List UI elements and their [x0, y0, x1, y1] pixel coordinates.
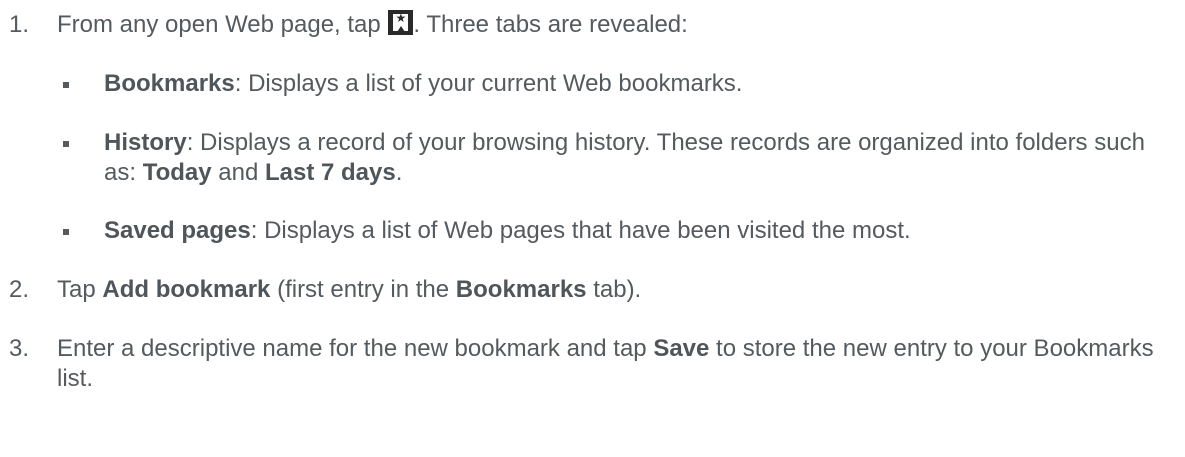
- bullet-text: Bookmarks: Displays a list of your curre…: [104, 70, 743, 97]
- bullet-marker: [63, 229, 69, 235]
- step-text: Enter a descriptive name for the new boo…: [57, 335, 1154, 392]
- step-number: 1.: [9, 11, 30, 38]
- bullet-marker: [63, 82, 69, 88]
- step-text: Tap Add bookmark (first entry in the Boo…: [57, 276, 642, 303]
- bookmark-star-icon: ★: [388, 10, 414, 35]
- bullet-marker: [63, 141, 69, 147]
- bullet-text: History: Displays a record of your brows…: [104, 129, 1145, 186]
- bullet-text: Saved pages: Displays a list of Web page…: [104, 217, 911, 244]
- step-text: From any open Web page, tap ★. Three tab…: [57, 10, 688, 38]
- step-number: 3.: [9, 335, 30, 362]
- step-number: 2.: [9, 276, 30, 303]
- instruction-document: 1. From any open Web page, tap ★. Three …: [0, 0, 1185, 457]
